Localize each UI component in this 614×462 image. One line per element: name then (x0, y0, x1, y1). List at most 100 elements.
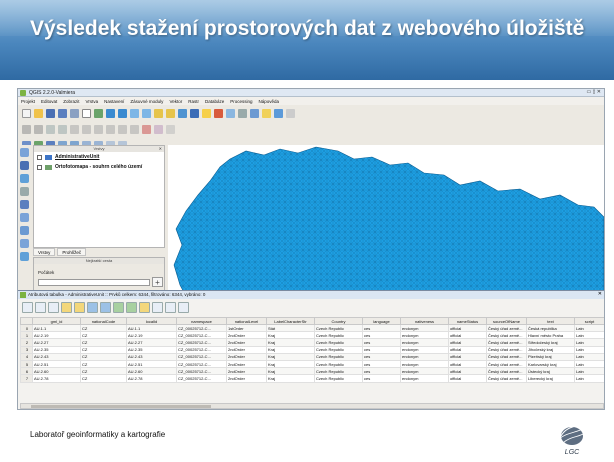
column-header[interactable]: nativeness (400, 317, 449, 325)
table-cell[interactable]: AU.2.78 (126, 374, 177, 383)
table-cell[interactable]: CZ (80, 367, 127, 376)
table-cell[interactable]: AU.2.60 (126, 367, 177, 376)
table-cell[interactable]: Latn (574, 359, 604, 369)
menu-rastr[interactable]: Rastr (188, 99, 199, 104)
table-cell[interactable]: Český úřad země... (486, 323, 527, 333)
map-canvas[interactable] (168, 145, 604, 300)
row-number[interactable]: 2 (20, 338, 33, 347)
new-project-icon[interactable] (22, 108, 31, 118)
table-cell[interactable]: CZ (80, 352, 127, 361)
row-number[interactable]: 7 (20, 374, 33, 383)
menu-vrstva[interactable]: Vrstva (86, 99, 99, 104)
table-cell[interactable]: ces (362, 331, 401, 340)
layer-visibility-checkbox[interactable] (37, 154, 42, 160)
table-cell[interactable]: CZ (80, 359, 127, 369)
layer-item[interactable]: Ortofotomapa - souhrn celého území (34, 162, 164, 172)
table-cell[interactable]: AU.2.27 (32, 338, 81, 347)
window-controls[interactable]: ▭ ▯ ✕ (587, 89, 601, 95)
help-icon[interactable] (286, 108, 295, 118)
table-cell[interactable]: Latn (574, 345, 604, 354)
table-cell[interactable]: Česká republika (526, 323, 575, 333)
zoom-full-icon[interactable] (130, 108, 139, 118)
table-cell[interactable]: endonym (400, 345, 449, 354)
table-cell[interactable]: 1stOrder (226, 323, 267, 333)
table-cell[interactable]: CZ_00025712-C... (176, 338, 227, 347)
table-cell[interactable]: Český úřad země... (486, 331, 527, 340)
table-cell[interactable]: Kraj (266, 345, 315, 354)
table-cell[interactable]: CZ_00025712-C... (176, 323, 227, 333)
table-cell[interactable]: endonym (400, 331, 449, 340)
paste-features-icon[interactable] (130, 124, 139, 134)
pan-icon[interactable] (82, 108, 91, 118)
select-features-icon[interactable] (202, 108, 211, 118)
edit-pencil-icon[interactable] (22, 124, 31, 134)
cut-features-icon[interactable] (106, 124, 115, 134)
annotation-icon[interactable] (274, 108, 283, 118)
close-icon[interactable]: ✕ (598, 291, 602, 297)
table-cell[interactable]: CZ_00025712-C... (176, 359, 227, 369)
column-header[interactable]: nationalCode (80, 317, 127, 325)
table-cell[interactable]: Stát (266, 323, 315, 333)
column-header[interactable]: nameStatus (448, 317, 487, 325)
table-cell[interactable]: Latn (574, 323, 604, 333)
table-cell[interactable]: Kraj (266, 374, 315, 383)
table-cell[interactable]: 2ndOrder (226, 374, 267, 383)
table-cell[interactable]: AU.2.51 (32, 359, 81, 369)
table-cell[interactable]: Středočeský kraj (526, 338, 575, 347)
table-cell[interactable]: endonym (400, 359, 449, 369)
table-cell[interactable]: AU.2.19 (32, 331, 81, 340)
row-number[interactable]: 4 (20, 352, 33, 361)
table-cell[interactable]: ces (362, 345, 401, 354)
table-cell[interactable]: Latn (574, 352, 604, 361)
table-cell[interactable]: Czech Republic (314, 374, 363, 383)
delete-feature-icon[interactable] (48, 301, 59, 313)
menu-processing[interactable]: Processing (230, 99, 252, 104)
start-point-input[interactable] (38, 279, 150, 286)
csv-icon[interactable] (20, 213, 29, 222)
table-cell[interactable]: 2ndOrder (226, 331, 267, 340)
table-cell[interactable]: ces (362, 323, 401, 333)
table-cell[interactable]: 2ndOrder (226, 338, 267, 347)
table-cell[interactable]: Kraj (266, 331, 315, 340)
table-cell[interactable]: endonym (400, 338, 449, 347)
menu-nastaveni[interactable]: Nastavení (104, 99, 124, 104)
save-project-icon[interactable] (46, 108, 55, 118)
row-number[interactable]: 5 (20, 359, 33, 369)
table-row[interactable]: 4 AU.2.43 CZ AU.2.43 CZ_00025712-C... 2ndOrde… (20, 352, 604, 361)
table-cell[interactable]: endonym (400, 323, 449, 333)
invert-selection-icon[interactable] (87, 301, 98, 313)
pin-labels-icon[interactable] (154, 124, 163, 134)
select-by-expression-icon[interactable] (61, 301, 72, 313)
map-tips-icon[interactable] (250, 108, 259, 118)
table-cell[interactable]: ces (362, 338, 401, 347)
field-calculator-icon[interactable] (178, 301, 189, 313)
table-cell[interactable]: CZ (80, 374, 127, 383)
table-cell[interactable]: CZ_00025712-C... (176, 331, 227, 340)
zoom-layer-icon[interactable] (142, 108, 151, 118)
column-header[interactable]: nationalLevel (226, 317, 267, 325)
tab-vrstvy[interactable]: Vrstvy (33, 248, 56, 256)
column-header[interactable]: namespace (176, 317, 227, 325)
table-cell[interactable]: Czech Republic (314, 338, 363, 347)
table-cell[interactable]: Liberecký kraj (526, 374, 575, 383)
zoom-selection-icon[interactable] (154, 108, 163, 118)
column-header[interactable]: script (574, 317, 604, 325)
menu-napoveda[interactable]: Nápověda (259, 99, 280, 104)
horizontal-scrollbar[interactable] (20, 403, 604, 409)
table-cell[interactable]: official (448, 338, 487, 347)
identify-icon[interactable] (190, 108, 199, 118)
table-row[interactable]: 3 AU.2.35 CZ AU.2.35 CZ_00025712-C... 2ndOrde… (20, 345, 604, 354)
table-cell[interactable]: Český úřad země... (486, 367, 527, 376)
column-header[interactable]: sourceOfName (486, 317, 527, 325)
table-cell[interactable]: CZ_00025712-C... (176, 345, 227, 354)
scrollbar-thumb[interactable] (31, 405, 211, 408)
zoom-last-icon[interactable] (166, 108, 175, 118)
pan-to-selection-icon[interactable] (94, 108, 103, 118)
menu-vektor[interactable]: Vektor (169, 99, 182, 104)
table-row[interactable]: 2 AU.2.27 CZ AU.2.27 CZ_00025712-C... 2ndOrde… (20, 338, 604, 347)
table-cell[interactable]: Czech Republic (314, 367, 363, 376)
rotate-label-icon[interactable] (166, 124, 175, 134)
deselect-icon[interactable] (214, 108, 223, 118)
table-cell[interactable]: Latn (574, 331, 604, 340)
copy-features-icon[interactable] (118, 124, 127, 134)
